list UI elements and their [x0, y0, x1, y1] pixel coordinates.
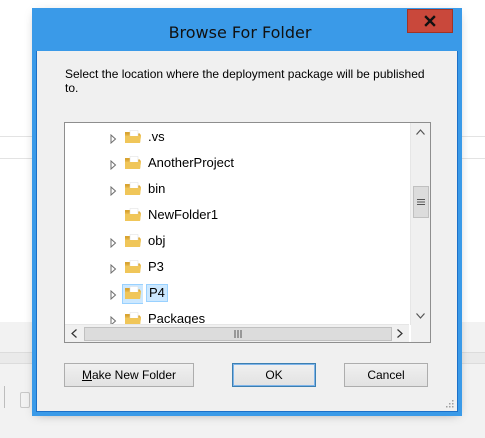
folder-icon	[124, 259, 142, 275]
tree-item-label: bin	[148, 181, 166, 196]
dialog-title: Browse For Folder	[168, 22, 312, 42]
scrollbar-corner	[411, 325, 430, 342]
scroll-up-button[interactable]	[411, 123, 430, 141]
scroll-down-button[interactable]	[411, 307, 430, 325]
tree-item-label: NewFolder1	[148, 207, 219, 222]
cancel-button[interactable]: Cancel	[344, 363, 428, 387]
expand-arrow-icon[interactable]	[108, 288, 118, 301]
scroll-left-button[interactable]	[65, 325, 83, 342]
folder-tree-view[interactable]: .vs AnotherProject bin NewFolder1 obj P3 P4 Pac…	[64, 122, 431, 343]
close-button[interactable]	[407, 9, 453, 33]
tree-item-label: P3	[148, 259, 164, 274]
tree-item[interactable]: AnotherProject	[65, 151, 409, 175]
background-separator	[4, 386, 17, 408]
scroll-right-button[interactable]	[391, 325, 409, 342]
close-icon	[424, 15, 436, 27]
chevron-up-icon	[416, 129, 425, 135]
tree-item[interactable]: .vs	[65, 125, 409, 149]
vertical-scroll-thumb[interactable]	[413, 186, 429, 218]
folder-icon	[124, 207, 142, 223]
expand-arrow-icon[interactable]	[108, 262, 118, 275]
tree-item[interactable]: P4	[65, 281, 409, 305]
dialog-title-bar[interactable]: Browse For Folder	[37, 9, 457, 51]
tree-item-label: obj	[148, 233, 166, 248]
make-new-folder-label: Make New Folder	[81, 368, 177, 382]
expand-arrow-icon[interactable]	[108, 314, 118, 325]
chevron-left-icon	[71, 329, 77, 338]
resize-grip-icon[interactable]	[444, 398, 454, 408]
tree-item[interactable]: Packages	[65, 307, 409, 325]
tree-item-label: P4	[146, 284, 168, 302]
horizontal-scrollbar[interactable]	[65, 324, 409, 342]
expand-arrow-icon[interactable]	[108, 184, 118, 197]
folder-icon	[124, 233, 142, 249]
browse-for-folder-dialog: Browse For Folder Select the location wh…	[33, 9, 461, 412]
folder-icon	[124, 155, 142, 171]
folder-icon	[124, 129, 142, 145]
tree-item[interactable]: P3	[65, 255, 409, 279]
grip-icon	[234, 330, 242, 338]
ok-button[interactable]: OK	[232, 363, 316, 387]
make-new-folder-button[interactable]: Make New Folder	[64, 363, 194, 387]
dialog-description: Select the location where the deployment…	[65, 67, 425, 95]
dialog-client-area: Select the location where the deployment…	[37, 51, 457, 411]
vertical-scrollbar[interactable]	[410, 123, 430, 325]
expand-arrow-icon[interactable]	[108, 236, 118, 249]
tree-item[interactable]: NewFolder1	[65, 203, 409, 227]
chevron-right-icon	[397, 329, 403, 338]
tree-item-label: .vs	[148, 129, 165, 144]
tree-item-label: Packages	[148, 311, 206, 325]
tree-item[interactable]: bin	[65, 177, 409, 201]
folder-icon	[124, 311, 142, 325]
background-toolbar-icon	[20, 392, 30, 408]
grip-icon	[417, 199, 425, 205]
folder-icon	[124, 181, 142, 197]
expand-arrow-icon[interactable]	[108, 158, 118, 171]
tree-item[interactable]: obj	[65, 229, 409, 253]
folder-icon	[124, 285, 142, 301]
expand-arrow-icon[interactable]	[108, 132, 118, 145]
chevron-down-icon	[416, 313, 425, 319]
tree-item-label: AnotherProject	[148, 155, 234, 170]
horizontal-scroll-thumb[interactable]	[84, 327, 392, 341]
folder-tree-rows: .vs AnotherProject bin NewFolder1 obj P3 P4 Pac…	[65, 123, 409, 325]
